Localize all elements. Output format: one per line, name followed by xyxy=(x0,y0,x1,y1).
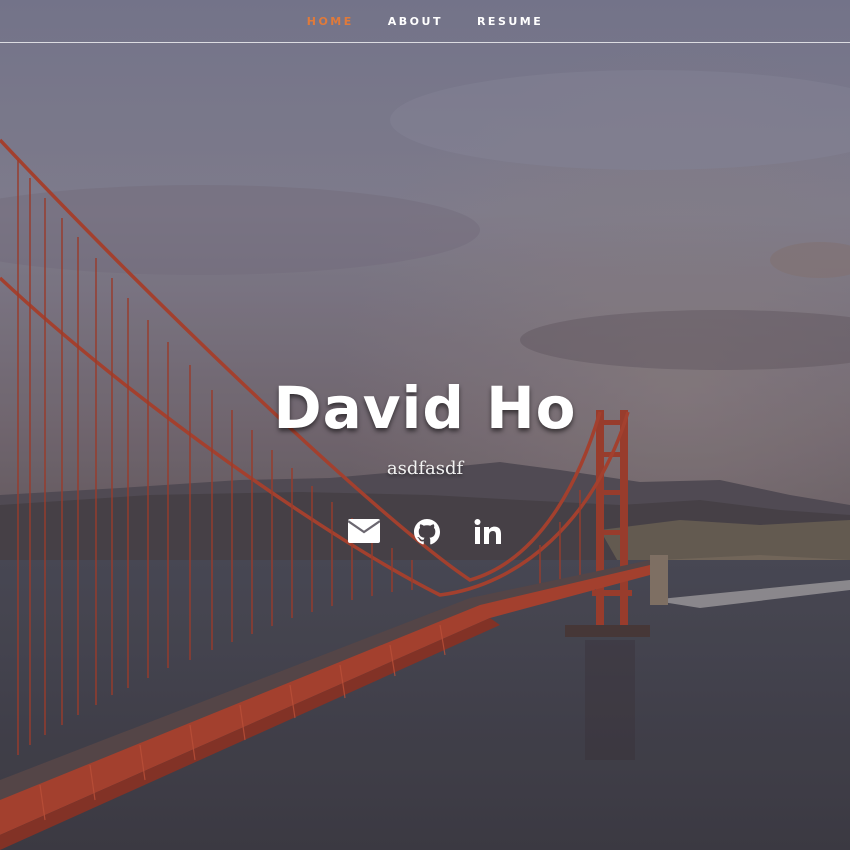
social-links xyxy=(0,519,850,545)
envelope-icon xyxy=(348,519,380,543)
nav-list: HOME ABOUT RESUME xyxy=(290,9,561,34)
github-icon xyxy=(414,519,440,545)
email-link[interactable] xyxy=(348,519,380,543)
page-title: David Ho xyxy=(273,374,577,442)
nav-about-link[interactable]: ABOUT xyxy=(371,9,460,34)
main-nav: HOME ABOUT RESUME xyxy=(0,0,850,43)
nav-home-link[interactable]: HOME xyxy=(290,9,371,34)
nav-resume-link[interactable]: RESUME xyxy=(460,9,560,34)
linkedin-link[interactable] xyxy=(474,519,502,545)
github-link[interactable] xyxy=(414,519,440,545)
banner-subtitle: asdfasdf xyxy=(386,458,464,479)
linkedin-icon xyxy=(474,519,501,544)
banner: David Ho asdfasdf xyxy=(0,372,850,545)
